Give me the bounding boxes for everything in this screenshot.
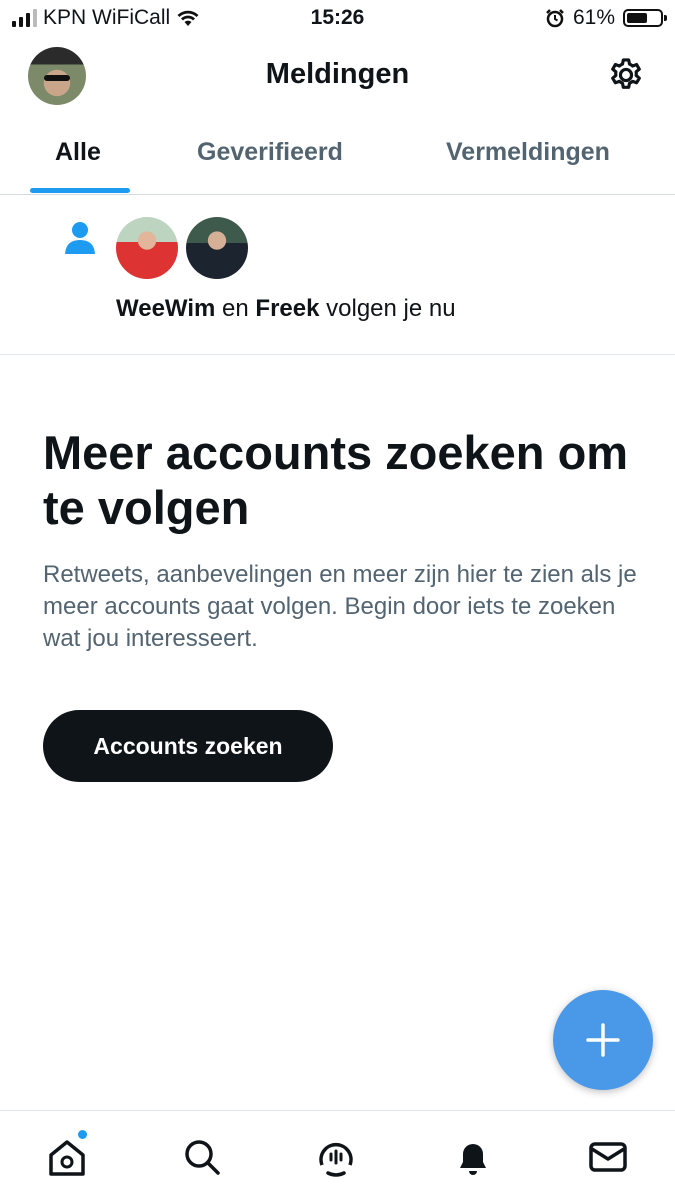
spaces-icon (319, 1142, 353, 1177)
status-bar: KPN WiFiCall 15:26 61% (0, 0, 675, 38)
empty-state-description: Retweets, aanbevelingen en meer zijn hie… (43, 561, 637, 652)
tab-alle[interactable]: Alle (55, 138, 101, 167)
nav-search[interactable] (180, 1135, 224, 1179)
conjunction: en (222, 295, 249, 322)
bell-icon (460, 1144, 486, 1175)
tab-vermeldingen[interactable]: Vermeldingen (446, 138, 610, 167)
nav-home[interactable] (45, 1130, 89, 1179)
header: Meldingen (0, 44, 675, 108)
compose-button[interactable] (553, 990, 653, 1090)
nav-notifications[interactable] (451, 1135, 495, 1179)
gear-icon[interactable] (607, 56, 645, 94)
notification-text: WeeWim en Freek volgen je nu (116, 295, 456, 323)
person-icon (65, 222, 95, 254)
user-weewim[interactable]: WeeWim (116, 295, 215, 322)
notification-action: volgen je nu (326, 295, 456, 322)
user-freek[interactable]: Freek (255, 295, 319, 322)
find-accounts-button[interactable]: Accounts zoeken (43, 710, 333, 782)
nav-messages[interactable] (586, 1135, 630, 1179)
bottom-nav (0, 1110, 675, 1201)
alarm-icon (546, 9, 564, 28)
battery-icon (623, 9, 667, 27)
avatar-weewim[interactable] (116, 217, 178, 279)
status-right: 61% (545, 6, 667, 30)
nav-spaces[interactable] (314, 1135, 358, 1179)
mail-icon (589, 1142, 627, 1172)
empty-state: Meer accounts zoeken om te volgen Retwee… (43, 425, 643, 655)
notification-tabs: Alle Geverifieerd Vermeldingen (0, 118, 675, 195)
tab-geverifieerd[interactable]: Geverifieerd (197, 138, 343, 167)
home-icon (49, 1140, 85, 1176)
follow-notification[interactable]: WeeWim en Freek volgen je nu (0, 195, 675, 355)
home-badge-dot (78, 1130, 87, 1139)
empty-state-title: Meer accounts zoeken om te volgen (43, 426, 629, 534)
search-icon (185, 1140, 220, 1175)
page-title: Meldingen (265, 58, 410, 90)
battery-percent: 61% (572, 6, 615, 29)
plus-icon (586, 1023, 620, 1057)
active-tab-indicator (30, 188, 130, 193)
avatar-freek[interactable] (186, 217, 248, 279)
